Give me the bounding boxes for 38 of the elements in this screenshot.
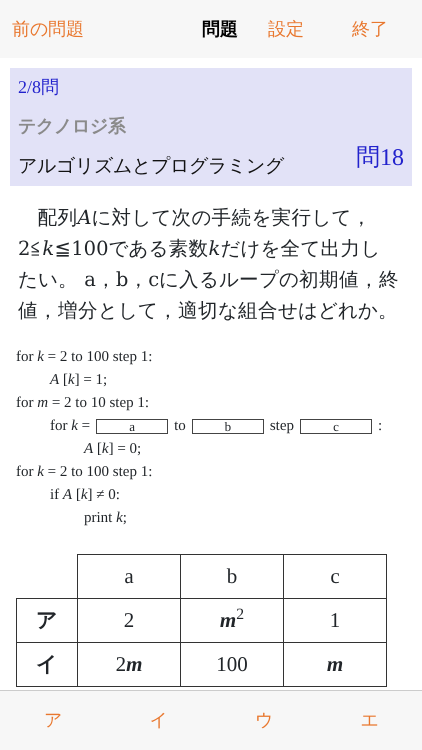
question-number: 問18 — [356, 144, 404, 173]
code-line: if A [k] ≠ 0: — [50, 486, 120, 505]
back-button[interactable]: 前の問題 — [12, 16, 84, 42]
column-header: a — [78, 554, 180, 598]
blank-field: a — [96, 419, 168, 434]
code-text: for k = — [50, 417, 90, 436]
column-header: c — [284, 554, 386, 598]
code-line: print k; — [84, 509, 127, 528]
table-cell: m$^{2}$ — [180, 598, 284, 642]
table-cell: 2 — [78, 598, 180, 642]
row-label: ア — [16, 598, 78, 642]
answer-button[interactable]: ア — [0, 691, 106, 750]
code-line: A [k] = 0; — [84, 440, 142, 459]
code-line: for m = 2 to 10 step 1: — [16, 394, 150, 413]
blank-field: c — [300, 419, 372, 434]
answer-button[interactable]: ウ — [211, 691, 316, 750]
table-cell: 100 — [180, 642, 284, 686]
question-text: 配列Aに対して次の手続を実行して，2≦k≦100である素数kだけを全て出力したい。 a，b，cに入るループの初期値，終値，増分として，適切な組合せはどれか。 — [17, 205, 400, 324]
progress-label: 2/8問 — [18, 76, 60, 99]
screen-title: 問題 — [202, 18, 238, 42]
table-cell: 2m — [78, 642, 180, 686]
code-line: A [k] = 1; — [50, 371, 108, 390]
column-header: b — [180, 554, 284, 598]
settings-button[interactable]: 設定 — [268, 16, 304, 42]
answer-button[interactable]: エ — [316, 691, 422, 750]
row-label: イ — [16, 642, 78, 686]
code-line: for k = 2 to 100 step 1: — [16, 463, 152, 482]
topic-label: アルゴリズムとプログラミング — [18, 154, 284, 178]
code-text: to — [174, 417, 186, 436]
code-line: for k = 2 to 100 step 1: — [16, 348, 152, 367]
code-text: step — [270, 417, 294, 436]
table-cell: 1 — [284, 598, 386, 642]
blank-field: b — [192, 419, 264, 434]
code-text: : — [378, 417, 382, 436]
answer-button[interactable]: イ — [106, 691, 211, 750]
category-label: テクノロジ系 — [18, 115, 127, 139]
quit-button[interactable]: 終了 — [352, 16, 388, 42]
table-cell: m — [284, 642, 386, 686]
